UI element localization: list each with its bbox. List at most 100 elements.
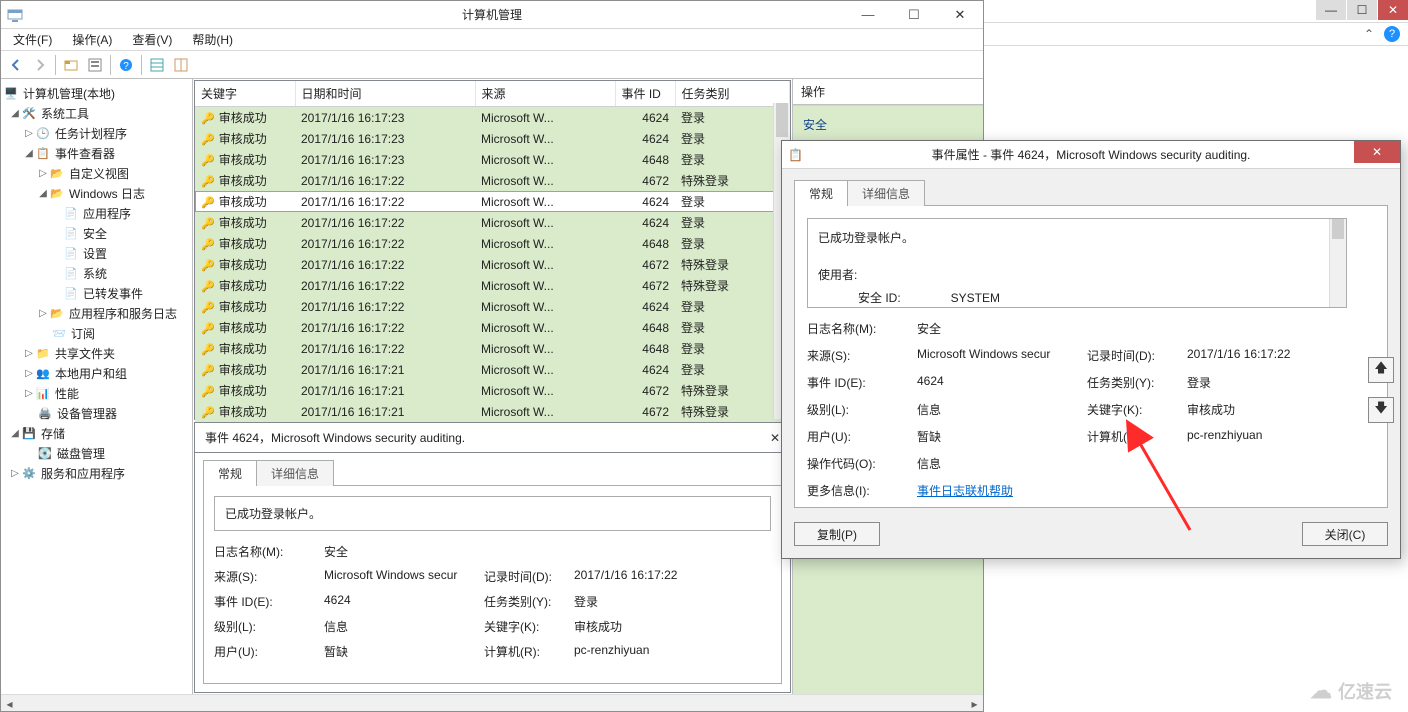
next-event-button[interactable]: 🡇 xyxy=(1368,397,1394,423)
msg-scrollbar[interactable] xyxy=(1329,219,1346,307)
key-icon: 🔑 xyxy=(201,155,215,167)
properties-button[interactable] xyxy=(84,54,106,76)
view-detail-button[interactable] xyxy=(170,54,192,76)
side-minimize-button[interactable]: — xyxy=(1316,0,1346,20)
key-icon: 🔑 xyxy=(201,239,215,251)
tree-local-users[interactable]: ▷👥本地用户和组 xyxy=(1,363,192,383)
storage-icon: 💾 xyxy=(21,425,37,441)
event-properties-dialog: 📋 事件属性 - 事件 4624，Microsoft Windows secur… xyxy=(781,140,1401,559)
event-row[interactable]: 🔑审核成功2017/1/16 16:17:22Microsoft W...467… xyxy=(195,275,790,296)
side-close-button[interactable]: ✕ xyxy=(1378,0,1408,20)
dlg-val-computer: pc-renzhiyuan xyxy=(1187,428,1347,445)
val-logged: 2017/1/16 16:17:22 xyxy=(574,568,771,585)
val-computer: pc-renzhiyuan xyxy=(574,643,771,660)
tree-services-apps[interactable]: ▷⚙️服务和应用程序 xyxy=(1,463,192,483)
close-button[interactable]: ✕ xyxy=(937,4,983,26)
col-eventid[interactable]: 事件 ID xyxy=(615,81,675,107)
lbl-eventid: 事件 ID(E): xyxy=(214,593,324,610)
tree-custom-views[interactable]: ▷📂自定义视图 xyxy=(1,163,192,183)
event-row[interactable]: 🔑审核成功2017/1/16 16:17:22Microsoft W...462… xyxy=(195,296,790,317)
tree-disk-mgmt[interactable]: 💽磁盘管理 xyxy=(1,443,192,463)
event-row[interactable]: 🔑审核成功2017/1/16 16:17:22Microsoft W...464… xyxy=(195,233,790,254)
dlg-val-taskcat: 登录 xyxy=(1187,374,1347,391)
minimize-button[interactable]: — xyxy=(845,4,891,26)
key-icon: 🔑 xyxy=(201,113,215,125)
scroll-left-button[interactable]: ◂ xyxy=(1,695,18,712)
tree-pane[interactable]: 🖥️计算机管理(本地) ◢🛠️系统工具 ▷🕒任务计划程序 ◢📋事件查看器 ▷📂自… xyxy=(1,79,193,694)
horizontal-scrollbar[interactable]: ◂ ▸ xyxy=(1,694,983,711)
help-icon[interactable]: ? xyxy=(1384,26,1400,42)
tab-details[interactable]: 详细信息 xyxy=(256,460,334,486)
tab-general[interactable]: 常规 xyxy=(203,460,257,486)
compmgmt-icon: 🖥️ xyxy=(3,85,19,101)
tree-log-setup[interactable]: 📄设置 xyxy=(1,243,192,263)
dlg-link-moreinfo[interactable]: 事件日志联机帮助 xyxy=(917,482,1087,499)
val-taskcat: 登录 xyxy=(574,593,771,610)
event-row[interactable]: 🔑审核成功2017/1/16 16:17:23Microsoft W...462… xyxy=(195,107,790,129)
event-row[interactable]: 🔑审核成功2017/1/16 16:17:21Microsoft W...462… xyxy=(195,359,790,380)
up-button[interactable] xyxy=(60,54,82,76)
tree-windows-logs[interactable]: ◢📂Windows 日志 xyxy=(1,183,192,203)
maximize-button[interactable]: ☐ xyxy=(891,4,937,26)
event-row[interactable]: 🔑审核成功2017/1/16 16:17:22Microsoft W...462… xyxy=(195,212,790,233)
event-row[interactable]: 🔑审核成功2017/1/16 16:17:22Microsoft W...467… xyxy=(195,254,790,275)
dlg-tab-general[interactable]: 常规 xyxy=(794,180,848,206)
dlg-val-user: 暂缺 xyxy=(917,428,1087,445)
menu-view[interactable]: 查看(V) xyxy=(124,29,180,50)
chevron-expand-icon[interactable]: ⌃ xyxy=(1364,27,1374,41)
col-source[interactable]: 来源 xyxy=(475,81,615,107)
tree-shared-folders[interactable]: ▷📁共享文件夹 xyxy=(1,343,192,363)
tree-device-manager[interactable]: 🖨️设备管理器 xyxy=(1,403,192,423)
tree-event-viewer[interactable]: ◢📋事件查看器 xyxy=(1,143,192,163)
tree-storage[interactable]: ◢💾存储 xyxy=(1,423,192,443)
event-row[interactable]: 🔑审核成功2017/1/16 16:17:23Microsoft W...464… xyxy=(195,149,790,170)
dlg-lbl-computer: 计算机(R): xyxy=(1087,428,1187,445)
event-row[interactable]: 🔑审核成功2017/1/16 16:17:22Microsoft W...467… xyxy=(195,170,790,191)
event-row[interactable]: 🔑审核成功2017/1/16 16:17:21Microsoft W...467… xyxy=(195,380,790,401)
tree-systools[interactable]: ◢🛠️系统工具 xyxy=(1,103,192,123)
dialog-close-ok-button[interactable]: 关闭(C) xyxy=(1302,522,1388,546)
menu-file[interactable]: 文件(F) xyxy=(5,29,60,50)
event-row[interactable]: 🔑审核成功2017/1/16 16:17:22Microsoft W...464… xyxy=(195,317,790,338)
view-list-button[interactable] xyxy=(146,54,168,76)
copy-button[interactable]: 复制(P) xyxy=(794,522,880,546)
dlg-tab-details[interactable]: 详细信息 xyxy=(847,180,925,206)
help-button[interactable]: ? xyxy=(115,54,137,76)
tree-subscriptions[interactable]: 📨订阅 xyxy=(1,323,192,343)
event-row[interactable]: 🔑审核成功2017/1/16 16:17:22Microsoft W...464… xyxy=(195,338,790,359)
close-preview-icon[interactable]: ✕ xyxy=(770,431,780,445)
lbl-user: 用户(U): xyxy=(214,643,324,660)
menu-action[interactable]: 操作(A) xyxy=(64,29,120,50)
prev-event-button[interactable]: 🡅 xyxy=(1368,357,1394,383)
val-level: 信息 xyxy=(324,618,484,635)
share-icon: 📁 xyxy=(35,345,51,361)
lbl-taskcat: 任务类别(Y): xyxy=(484,593,574,610)
tree-log-security[interactable]: 📄安全 xyxy=(1,223,192,243)
tree-log-system[interactable]: 📄系统 xyxy=(1,263,192,283)
forward-button[interactable] xyxy=(29,54,51,76)
event-row[interactable]: 🔑审核成功2017/1/16 16:17:23Microsoft W...462… xyxy=(195,128,790,149)
event-row[interactable]: 🔑审核成功2017/1/16 16:17:22Microsoft W...462… xyxy=(195,191,790,212)
back-button[interactable] xyxy=(5,54,27,76)
tree-performance[interactable]: ▷📊性能 xyxy=(1,383,192,403)
tree-log-forwarded[interactable]: 📄已转发事件 xyxy=(1,283,192,303)
dialog-close-button[interactable]: ✕ xyxy=(1354,141,1400,163)
col-keyword[interactable]: 关键字 xyxy=(195,81,295,107)
tree-task-scheduler[interactable]: ▷🕒任务计划程序 xyxy=(1,123,192,143)
event-row[interactable]: 🔑审核成功2017/1/16 16:17:21Microsoft W...467… xyxy=(195,401,790,422)
col-datetime[interactable]: 日期和时间 xyxy=(295,81,475,107)
watermark: ☁ 亿速云 xyxy=(1310,678,1392,704)
menu-help[interactable]: 帮助(H) xyxy=(184,29,241,50)
tree-app-svc-logs[interactable]: ▷📂应用程序和服务日志 xyxy=(1,303,192,323)
dlg-val-keywords: 审核成功 xyxy=(1187,401,1347,418)
tree-root[interactable]: 🖥️计算机管理(本地) xyxy=(1,83,192,103)
folder-icon: 📂 xyxy=(49,165,65,181)
toolbar: ? xyxy=(1,51,983,79)
side-maximize-button[interactable]: ☐ xyxy=(1347,0,1377,20)
tree-log-application[interactable]: 📄应用程序 xyxy=(1,203,192,223)
key-icon: 🔑 xyxy=(201,260,215,272)
dlg-lbl-eventid: 事件 ID(E): xyxy=(807,374,917,391)
log-icon: 📄 xyxy=(63,265,79,281)
key-icon: 🔑 xyxy=(201,176,215,188)
scroll-right-button[interactable]: ▸ xyxy=(966,695,983,712)
